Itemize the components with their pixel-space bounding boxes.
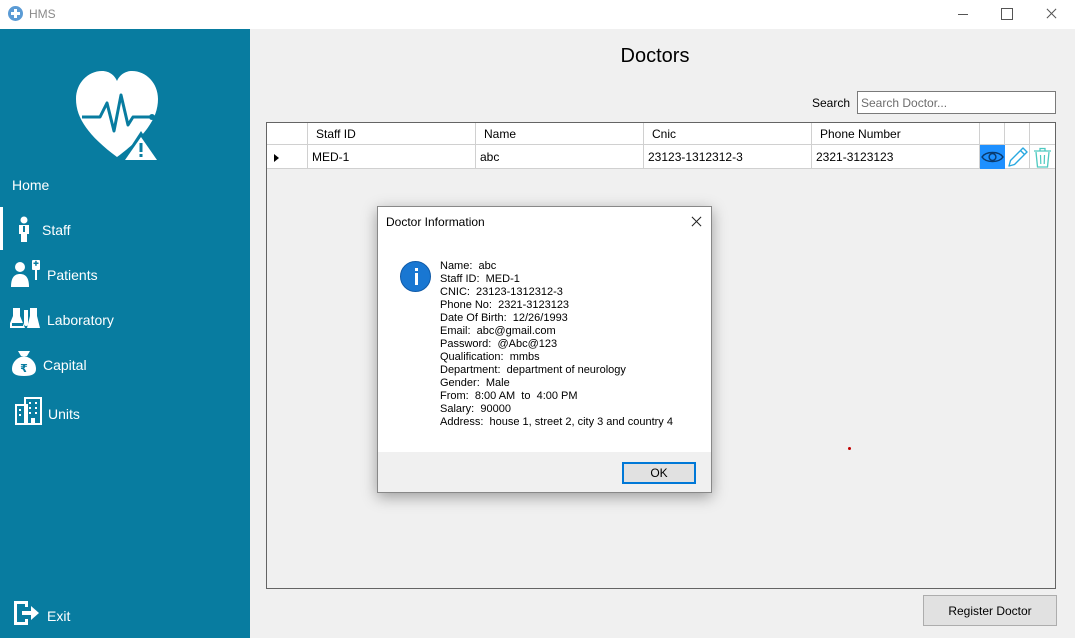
info-line-department: Department: department of neurology (440, 364, 626, 376)
sidebar: Home Staff Patients Laboratory ₹ Capital… (0, 29, 250, 638)
sidebar-item-capital[interactable]: ₹ Capital (0, 345, 250, 383)
info-line-gender: Gender: Male (440, 377, 510, 389)
page-title: Doctors (620, 45, 690, 67)
sidebar-item-label: Patients (47, 267, 98, 283)
heart-pulse-logo-icon (76, 71, 162, 163)
column-header-view (980, 123, 1005, 145)
sidebar-item-home[interactable]: Home (0, 165, 250, 203)
doctor-info-text: Name: abc Staff ID: MED-1 CNIC: 23123-13… (440, 260, 673, 429)
edit-pencil-icon (1008, 147, 1028, 167)
window-title: HMS (29, 7, 56, 21)
column-header-delete (1030, 123, 1055, 145)
row-arrow-icon (274, 154, 279, 162)
info-line-qualification: Qualification: mmbs (440, 351, 540, 363)
info-line-cnic: CNIC: 23123-1312312-3 (440, 286, 563, 298)
minimize-button[interactable] (940, 0, 986, 29)
table-row[interactable]: MED-1 abc 23123-1312312-3 2321-3123123 (267, 145, 1055, 169)
app-window: HMS Home Staff Patients Laboratory ₹ Cap… (0, 0, 1075, 638)
row-header-corner (267, 123, 308, 145)
view-button[interactable] (980, 145, 1005, 169)
delete-trash-icon (1034, 147, 1051, 168)
dialog-footer: OK (378, 452, 711, 492)
info-line-password: Password: @Abc@123 (440, 338, 558, 350)
view-eye-icon (981, 151, 1004, 163)
cell-staff-id[interactable]: MED-1 (308, 145, 476, 169)
edit-button[interactable] (1005, 145, 1030, 169)
info-line-address: Address: house 1, street 2, city 3 and c… (440, 416, 673, 428)
sidebar-item-patients[interactable]: Patients (0, 255, 250, 293)
info-icon (400, 261, 431, 292)
cell-phone[interactable]: 2321-3123123 (812, 145, 980, 169)
column-header-cnic[interactable]: Cnic (644, 123, 812, 145)
info-line-email: Email: abc@gmail.com (440, 325, 556, 337)
units-building-icon (15, 397, 42, 425)
sidebar-item-label: Staff (42, 222, 71, 238)
search-input[interactable] (857, 91, 1056, 114)
column-header-edit (1005, 123, 1030, 145)
column-header-staff-id[interactable]: Staff ID (308, 123, 476, 145)
delete-button[interactable] (1030, 145, 1055, 169)
cell-name[interactable]: abc (476, 145, 644, 169)
capital-rupee-icon: ₹ (12, 351, 36, 376)
info-line-name: Name: abc (440, 260, 497, 272)
register-doctor-button[interactable]: Register Doctor (923, 595, 1057, 626)
staff-person-icon (19, 216, 29, 242)
exit-icon (14, 601, 39, 625)
title-bar: HMS (0, 0, 1075, 29)
column-header-name[interactable]: Name (476, 123, 644, 145)
patients-icon (11, 260, 40, 287)
sidebar-item-label: Units (48, 406, 80, 422)
sidebar-item-laboratory[interactable]: Laboratory (0, 300, 250, 338)
dialog-body: Name: abc Staff ID: MED-1 CNIC: 23123-13… (378, 237, 711, 452)
sidebar-item-label: Laboratory (47, 312, 114, 328)
exit-button[interactable]: Exit (0, 596, 250, 634)
dialog-title: Doctor Information (386, 215, 485, 229)
row-selector[interactable] (267, 145, 308, 169)
doctor-information-dialog: Doctor Information Name: abc Staff ID: M… (377, 206, 712, 493)
info-line-hours: From: 8:00 AM to 4:00 PM (440, 390, 578, 402)
info-line-phone: Phone No: 2321-3123123 (440, 299, 570, 311)
dialog-title-bar: Doctor Information (378, 207, 711, 237)
laboratory-flask-icon (10, 308, 40, 328)
column-header-phone[interactable]: Phone Number (812, 123, 980, 145)
info-line-salary: Salary: 90000 (440, 403, 511, 415)
ok-button[interactable]: OK (622, 462, 696, 484)
search-label: Search (812, 96, 851, 110)
close-window-button[interactable] (1027, 0, 1073, 29)
maximize-button[interactable] (983, 0, 1029, 29)
sidebar-item-staff[interactable]: Staff (0, 207, 250, 250)
exit-label: Exit (47, 608, 71, 624)
sidebar-item-label: Capital (43, 357, 87, 373)
info-line-staff-id: Staff ID: MED-1 (440, 273, 520, 285)
red-dot-artifact (848, 447, 851, 450)
table-header: Staff ID Name Cnic Phone Number (267, 123, 1055, 145)
sidebar-item-label: Home (12, 177, 50, 193)
svg-text:₹: ₹ (20, 362, 28, 375)
app-plus-icon (8, 6, 23, 21)
info-line-dob: Date Of Birth: 12/26/1993 (440, 312, 568, 324)
sidebar-item-units[interactable]: Units (0, 394, 250, 432)
cell-cnic[interactable]: 23123-1312312-3 (644, 145, 812, 169)
dialog-close-button[interactable] (678, 207, 711, 237)
